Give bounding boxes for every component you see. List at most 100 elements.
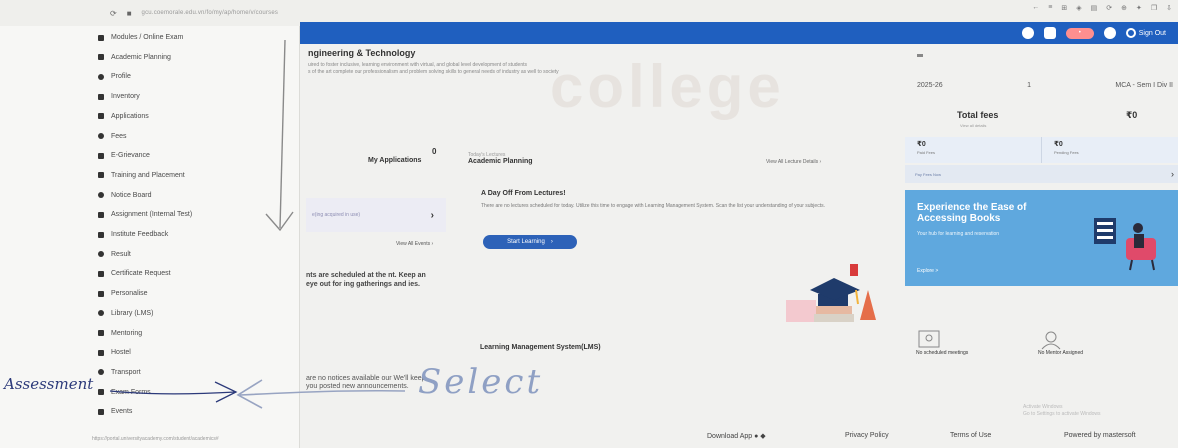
sidebar-item-notice[interactable]: Notice Board [98,192,151,199]
paid-fees-cell: ₹0 Paid Fees [905,137,1042,163]
sidebar-item-profile[interactable]: Profile [98,73,131,80]
academic-year-row[interactable]: 2025-26 1 MCA - Sem I Div II [917,82,1173,89]
main-content: college ngineering & Technology uired to… [300,44,900,448]
sidebar-item-hostel[interactable]: Hostel [98,349,131,356]
hostel-icon [98,349,104,356]
browser-toolbar-icon[interactable]: ≡ [1048,4,1052,12]
sidebar-item-transport[interactable]: Transport [98,369,141,376]
download-app-label: Download App [707,433,753,440]
sidebar-item-fees[interactable]: Fees [98,133,127,140]
application-card-text: e(ing acquired in use) [312,212,361,218]
no-mentor-text: No Mentor Assigned [1038,350,1084,356]
view-all-events-link[interactable]: View All Events › [396,241,433,247]
sidebar-item-events[interactable]: Events [98,408,132,415]
day-off-title: A Day Off From Lectures! [481,190,566,197]
total-fees-value: ₹0 [1126,110,1138,120]
terms-of-use-link[interactable]: Terms of Use [950,432,991,439]
feedback-icon [98,231,104,238]
sidebar-item-label: E-Grievance [111,152,150,160]
pending-fees-cell: ₹0 Pending Fees [1042,137,1178,163]
sidebar-item-label: Fees [111,132,127,140]
sidebar-item-label: Exam Forms [111,388,151,396]
events-empty-message: nts are scheduled at the nt. Keep an eye… [306,272,426,288]
handwritten-select-note: Select [418,362,544,402]
profile-avatar[interactable] [1103,27,1116,39]
sidebar-item-exam-forms[interactable]: Exam Forms [98,389,151,396]
sidebar-item-result[interactable]: Result [98,251,131,258]
url-text[interactable]: gcu.coemorale.edu.vn/fo/my/ap/home/v/cou… [142,10,279,16]
no-meetings-text: No scheduled meetings [916,350,969,356]
transport-icon [98,369,104,376]
semester-number: 1 [1027,82,1032,89]
start-learning-button[interactable]: Start Learning › [483,235,577,249]
paid-fees-amount: ₹0 [917,141,926,148]
certificate-icon [98,270,104,277]
tagline-2: s of the art complete our professionalis… [308,69,559,75]
status-bar-url: https://portal.universityacademy.com/stu… [92,436,219,442]
browser-toolbar-icon[interactable]: ✦ [1136,4,1142,12]
powered-by-text: Powered by mastersoft [1064,432,1136,439]
sidebar-item-inventory[interactable]: Inventory [98,93,140,100]
sidebar-item-label: Profile [111,73,131,81]
sidebar-item-label: Library (LMS) [111,309,154,317]
paid-fees-label: Paid Fees [917,150,936,155]
notification-badge[interactable]: • [1065,27,1094,39]
explore-link[interactable]: Explore > [917,268,938,274]
sidebar-item-mentoring[interactable]: Mentoring [98,330,142,337]
planning-icon [98,54,104,61]
books-card-subtitle: Your hub for learning and reservation [917,231,1000,237]
browser-toolbar-icon[interactable]: ❐ [1151,4,1157,12]
app-grid-icon[interactable] [1043,27,1056,39]
brand-mark-icon [917,54,923,57]
sidebar-item-placement[interactable]: Training and Placement [98,172,185,179]
download-app-link[interactable]: Download App ● ◆ [707,432,766,440]
reading-person-icon [1094,218,1156,271]
fees-icon [98,133,104,139]
browser-toolbar-icon[interactable]: ◈ [1076,4,1081,12]
application-card[interactable]: e(ing acquired in use) › [306,198,446,232]
graduation-illustration-icon [786,264,876,322]
sidebar-item-label: Academic Planning [111,53,171,61]
sidebar-item-feedback[interactable]: Institute Feedback [98,231,168,238]
sidebar-item-applications[interactable]: Applications [98,113,149,120]
browser-toolbar-icon[interactable]: ⟳ [1106,4,1112,12]
browser-toolbar-icon[interactable]: ⊞ [1061,4,1067,12]
sidebar-item-personalise[interactable]: Personalise [98,290,148,297]
lock-icon: ■ [126,8,132,18]
my-applications-heading: My Applications [368,157,422,164]
sidebar-item-assignment[interactable]: Assignment (Internal Test) [98,211,192,218]
books-promo-card[interactable]: Experience the Ease of Accessing Books Y… [905,190,1178,286]
reload-icon[interactable]: ⟳ [110,9,117,18]
browser-toolbar-icon[interactable]: ⊕ [1121,4,1127,12]
assignment-icon [98,211,104,218]
browser-toolbar-icon[interactable]: ▤ [1091,4,1098,12]
sidebar-item-grievance[interactable]: E-Grievance [98,152,150,159]
pay-fees-row[interactable]: Pay Fees Now › [905,165,1178,183]
sidebar-item-label: Notice Board [111,191,152,199]
sidebar-item-label: Certificate Request [111,270,171,278]
tagline-1: uired to foster inclusive, learning envi… [308,62,528,68]
android-icon[interactable]: ● [754,433,758,440]
academic-planning-heading: Academic Planning [468,158,533,165]
browser-toolbar-icon[interactable]: ← [1032,4,1039,12]
total-fees-label: Total fees [957,110,999,120]
sidebar-item-certificate[interactable]: Certificate Request [98,270,171,277]
college-title: ngineering & Technology [308,48,416,58]
sidebar-item-planning[interactable]: Academic Planning [98,54,171,61]
sidebar-item-label: Transport [111,368,141,376]
arrow-right-icon: › [550,239,553,245]
sidebar-item-label: Personalise [111,290,148,298]
sign-out-button[interactable]: Sign Out [1125,28,1166,38]
sign-out-label: Sign Out [1138,29,1166,37]
user-icon[interactable] [1021,27,1034,39]
privacy-policy-link[interactable]: Privacy Policy [845,432,889,439]
browser-toolbar-icon[interactable]: ⇩ [1166,4,1172,12]
apple-icon[interactable]: ◆ [760,433,765,440]
fees-details-link[interactable]: View all details [960,123,986,128]
sidebar-item-library[interactable]: Library (LMS) [98,310,153,317]
view-all-lectures-link[interactable]: View All Lecture Details › [766,159,821,165]
applications-count: 0 [432,147,437,156]
day-off-message: There are no lectures scheduled for toda… [481,203,825,209]
pay-fees-label: Pay Fees Now [915,171,942,177]
sidebar-item-modules[interactable]: Modules / Online Exam [98,34,183,41]
